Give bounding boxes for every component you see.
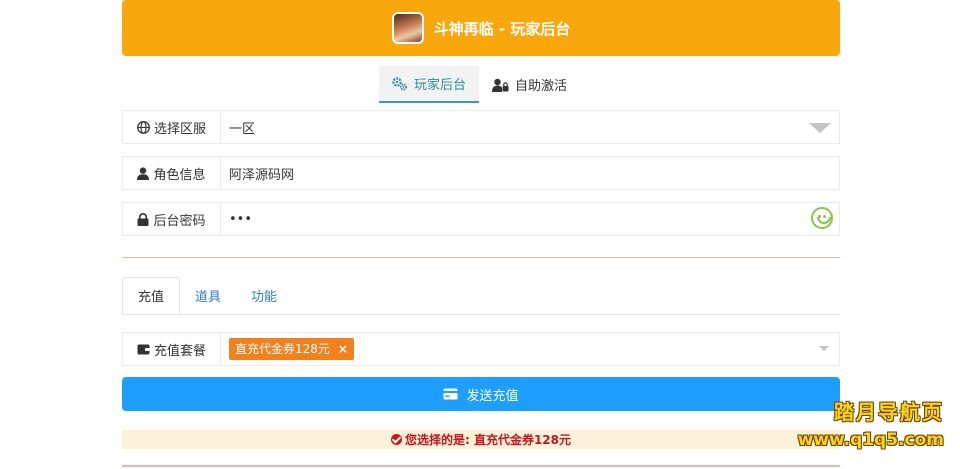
password-label-text: 后台密码 (153, 213, 206, 229)
role-label: 角色信息 (123, 157, 221, 189)
sub-tabs: 充值 道具 功能 (122, 277, 840, 315)
send-button-label: 发送充值 (466, 388, 519, 404)
selected-package-tag: 直充代金券128元 × (229, 338, 354, 360)
server-value: 一区 (229, 121, 256, 137)
game-logo (391, 12, 424, 44)
package-label: 充值套餐 (123, 333, 221, 365)
chevron-down-icon (819, 346, 829, 351)
user-icon (137, 166, 150, 180)
site-watermark: 踏月导航页 www.q1q5.com (798, 396, 944, 450)
server-label: 选择区服 (123, 111, 221, 143)
globe-icon (137, 120, 150, 134)
tab-label: 自助激活 (515, 79, 568, 94)
user-lock-icon (492, 78, 509, 92)
role-value: 阿泽源码网 (229, 167, 295, 183)
server-select-row: 选择区服 一区 (122, 110, 840, 144)
watermark-title: 踏月导航页 (834, 400, 944, 424)
page-header: 斗神再临 - 玩家后台 (122, 0, 840, 56)
tag-text: 直充代金券128元 (235, 342, 330, 356)
send-recharge-button[interactable]: 发送充值 (122, 377, 840, 411)
credit-card-icon (443, 388, 458, 400)
bottom-divider (122, 465, 840, 467)
tab-items[interactable]: 道具 (180, 277, 236, 314)
page-title: 斗神再临 - 玩家后台 (433, 19, 571, 38)
password-input[interactable]: ••• (221, 203, 839, 235)
watermark-url: www.q1q5.com (797, 430, 944, 450)
section-divider (122, 257, 840, 258)
page-container: 斗神再临 - 玩家后台 玩家后台 自助激活 选择区服 一区 角色信息 阿泽源码网… (122, 0, 840, 467)
smiley-icon[interactable] (811, 207, 833, 229)
role-row: 角色信息 阿泽源码网 (122, 156, 840, 190)
package-label-text: 充值套餐 (153, 343, 206, 359)
package-select[interactable]: 直充代金券128元 × (221, 333, 839, 365)
password-row: 后台密码 ••• (122, 202, 840, 236)
wallet-icon (137, 343, 150, 355)
gears-icon (392, 76, 408, 91)
tab-functions[interactable]: 功能 (236, 277, 292, 314)
tab-self-activation[interactable]: 自助激活 (479, 66, 580, 103)
top-tabs: 玩家后台 自助激活 (379, 66, 580, 103)
notice-text: 您选择的是: 直充代金券128元 (404, 433, 572, 447)
server-select[interactable]: 一区 (221, 111, 839, 143)
password-value: ••• (229, 211, 253, 227)
package-row: 充值套餐 直充代金券128元 × (122, 332, 840, 366)
tab-label: 玩家后台 (414, 78, 467, 93)
remove-tag-icon[interactable]: × (338, 338, 348, 360)
check-circle-icon (390, 434, 402, 445)
role-label-text: 角色信息 (153, 167, 206, 183)
password-label: 后台密码 (123, 203, 221, 235)
chevron-down-icon (809, 123, 831, 133)
server-label-text: 选择区服 (153, 121, 206, 137)
tab-recharge[interactable]: 充值 (122, 277, 181, 314)
lock-icon (137, 212, 149, 226)
tab-player-backend[interactable]: 玩家后台 (379, 66, 480, 103)
role-input[interactable]: 阿泽源码网 (221, 157, 839, 189)
selection-notice: 您选择的是: 直充代金券128元 (122, 430, 840, 449)
